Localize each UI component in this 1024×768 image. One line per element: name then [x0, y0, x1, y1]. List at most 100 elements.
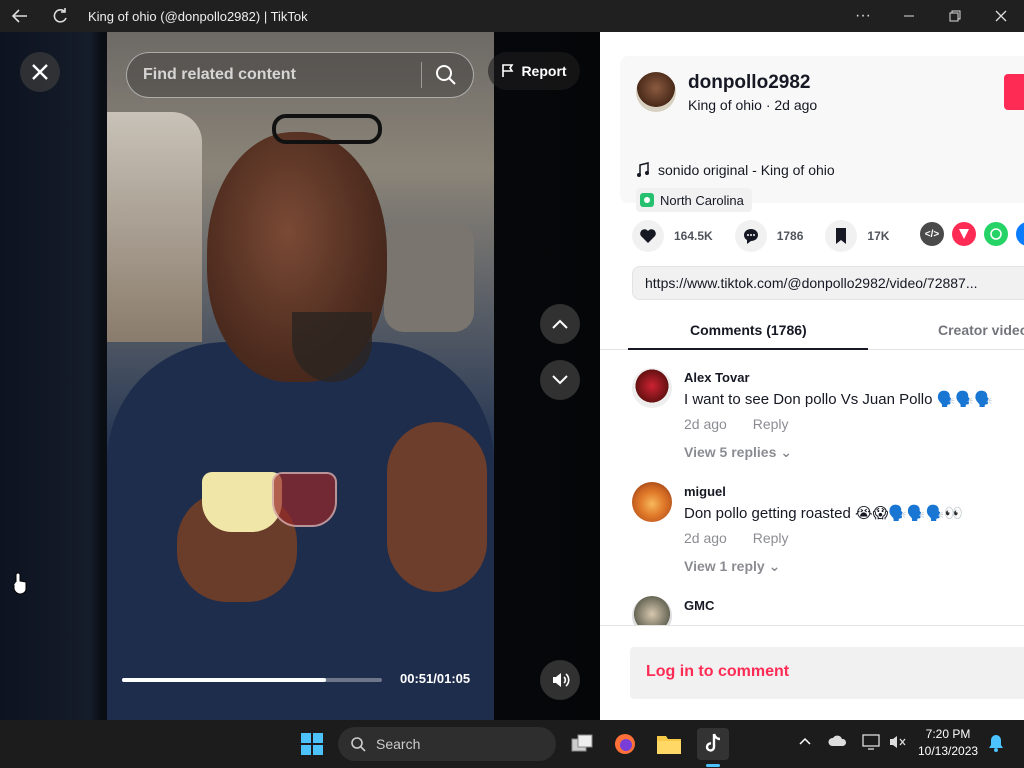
like-action[interactable]: 164.5K [632, 220, 713, 252]
comment-avatar[interactable] [632, 368, 672, 408]
login-bar: Log in to comment [600, 625, 1024, 720]
video-car-window [107, 112, 202, 342]
details-panel: donpollo2982 King of ohio · 2d ago sonid… [600, 32, 1024, 720]
comment-action[interactable]: 1786 [734, 220, 804, 252]
taskbar: Search 7:20 PM 10/13/2023 [0, 720, 1024, 768]
notification-bell-icon[interactable] [988, 734, 1004, 755]
facebook-icon[interactable]: f [1016, 222, 1024, 246]
author-username[interactable]: donpollo2982 [688, 72, 810, 94]
bookmark-icon [825, 220, 858, 252]
chevron-up-icon [552, 319, 568, 329]
title-bar: King of ohio (@donpollo2982) | TikTok ··… [0, 0, 1024, 32]
comment-avatar[interactable] [632, 482, 672, 522]
chevron-down-icon [552, 375, 568, 385]
music-title: sonido original - King of ohio [658, 162, 835, 178]
send-icon[interactable] [952, 222, 976, 246]
tab-comments[interactable]: Comments (1786) [690, 322, 807, 338]
clock-date: 10/13/2023 [918, 744, 979, 758]
comment-author[interactable]: GMC [684, 598, 714, 613]
location-label: North Carolina [660, 192, 744, 208]
video-progress-fill [122, 678, 327, 682]
search-icon [351, 737, 366, 752]
view-replies-button[interactable]: View 1 reply ⌄ [684, 558, 780, 575]
previous-video-button[interactable] [540, 304, 580, 344]
whatsapp-icon[interactable] [984, 222, 1008, 246]
flag-icon [502, 64, 514, 77]
comment-author[interactable]: miguel [684, 484, 726, 499]
heart-icon [632, 220, 664, 252]
minimize-icon[interactable] [886, 0, 932, 32]
taskbar-search[interactable]: Search [338, 727, 556, 761]
comment-avatar[interactable] [632, 596, 672, 625]
volume-button[interactable] [540, 660, 580, 700]
video-glasses [272, 114, 382, 144]
close-window-icon[interactable] [978, 0, 1024, 32]
chevron-down-icon: ⌄ [768, 558, 781, 574]
network-icon[interactable] [862, 734, 880, 753]
view-replies-label: View 1 reply [684, 558, 765, 574]
comment-list: Alex Tovar I want to see Don pollo Vs Ju… [600, 350, 1024, 625]
restore-icon[interactable] [932, 0, 978, 32]
tiktok-app-icon[interactable] [697, 728, 729, 760]
reply-button[interactable]: Reply [753, 416, 789, 432]
file-explorer-icon[interactable] [653, 728, 685, 760]
video-time: 00:51/01:05 [400, 671, 471, 686]
music-link[interactable]: sonido original - King of ohio [636, 162, 835, 178]
search-divider [421, 62, 422, 88]
comment-meta: 2d ago Reply [684, 416, 811, 432]
author-avatar[interactable] [636, 72, 676, 112]
login-to-comment-button[interactable]: Log in to comment [630, 647, 1024, 699]
refresh-icon[interactable] [40, 0, 80, 32]
volume-muted-icon[interactable] [888, 734, 906, 753]
clock-time: 7:20 PM [925, 727, 971, 741]
share-url-field[interactable]: https://www.tiktok.com/@donpollo2982/vid… [632, 266, 1024, 300]
embed-icon[interactable]: </> [920, 222, 944, 246]
comment-bubble-icon [734, 220, 767, 252]
comment-text: I want to see Don pollo Vs Juan Pollo 🗣️… [684, 391, 993, 408]
location-tag[interactable]: North Carolina [636, 188, 752, 212]
window-title: King of ohio (@donpollo2982) | TikTok [88, 8, 308, 24]
task-view-icon[interactable] [566, 728, 598, 760]
share-row: </> f [920, 222, 1024, 246]
close-icon [32, 64, 48, 80]
windows-start-icon[interactable] [296, 728, 328, 760]
music-note-icon [637, 162, 649, 177]
video-player[interactable] [107, 32, 494, 720]
follow-button[interactable] [1004, 74, 1024, 110]
comment-tabs: Comments (1786) Creator videos [600, 310, 1024, 350]
find-related-search[interactable] [126, 52, 474, 98]
comment-count: 1786 [776, 229, 804, 243]
video-sauce-cup [272, 472, 337, 527]
action-bar: 164.5K 1786 17K [632, 220, 911, 252]
chevron-up-icon[interactable] [798, 734, 812, 749]
comment-text: Don pollo getting roasted 😭😱🗣️🗣️🗣️👀 [684, 505, 963, 522]
onedrive-icon[interactable] [828, 734, 848, 751]
tab-creator-videos[interactable]: Creator videos [938, 322, 1024, 338]
system-clock[interactable]: 7:20 PM 10/13/2023 [918, 726, 978, 760]
search-input[interactable] [127, 66, 407, 84]
comment-time: 2d ago [684, 530, 727, 546]
reply-button[interactable]: Reply [753, 530, 789, 546]
video-person-head [207, 132, 387, 382]
comment-author[interactable]: Alex Tovar [684, 370, 750, 385]
save-count: 17K [867, 229, 890, 243]
next-video-button[interactable] [540, 360, 580, 400]
comment-time: 2d ago [684, 416, 727, 432]
video-progress-bar[interactable] [122, 678, 382, 682]
firefox-icon[interactable] [609, 728, 641, 760]
search-icon[interactable] [434, 63, 458, 87]
view-replies-label: View 5 replies [684, 444, 777, 460]
video-hand-right [387, 422, 487, 592]
more-options-icon[interactable]: ··· [840, 0, 886, 32]
back-arrow-icon[interactable] [0, 0, 40, 32]
view-replies-button[interactable]: View 5 replies ⌄ [684, 444, 792, 461]
report-button[interactable]: Report [488, 52, 580, 90]
report-label: Report [521, 63, 567, 79]
chevron-down-icon: ⌄ [780, 444, 792, 460]
video-area: Report 00:51/01:05 [0, 32, 600, 720]
save-action[interactable]: 17K [825, 220, 889, 252]
author-card: donpollo2982 King of ohio · 2d ago sonid… [620, 56, 1024, 212]
video-headrest [384, 222, 474, 332]
close-video-button[interactable] [20, 52, 60, 92]
mouse-cursor-icon [10, 572, 30, 602]
